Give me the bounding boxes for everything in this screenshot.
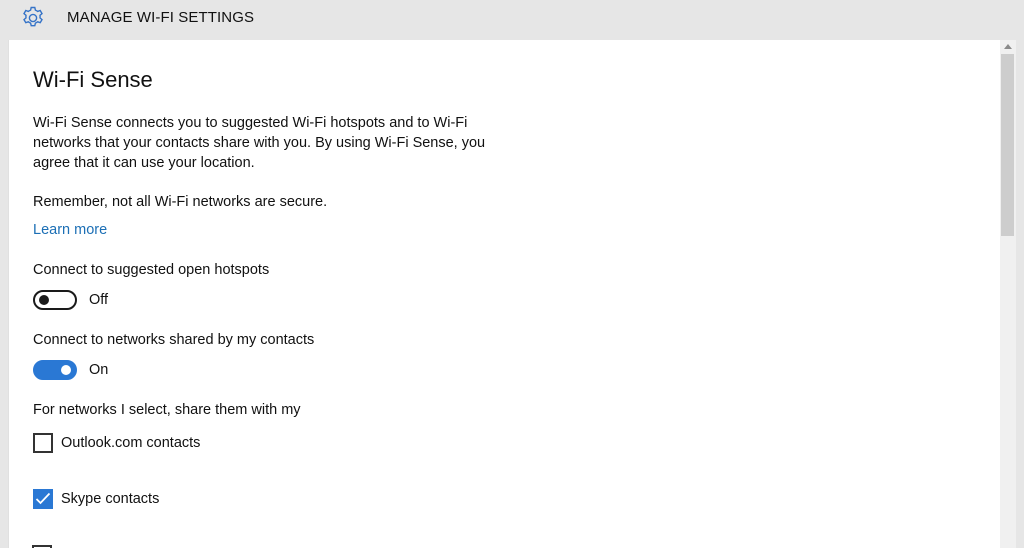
scroll-up-arrow-icon[interactable] xyxy=(1004,44,1012,49)
shared-networks-toggle[interactable] xyxy=(33,360,77,380)
outlook-contacts-checkbox[interactable] xyxy=(33,433,53,453)
settings-header: MANAGE WI-FI SETTINGS xyxy=(8,0,1016,40)
skype-contacts-checkbox[interactable] xyxy=(33,489,53,509)
toggle-knob xyxy=(39,295,49,305)
shared-networks-toggle-row: On xyxy=(33,360,108,380)
shared-networks-state: On xyxy=(89,362,109,378)
checkmark-icon xyxy=(35,492,51,505)
open-hotspots-toggle-row: Off xyxy=(33,290,108,310)
skype-contacts-label: Skype contacts xyxy=(61,491,160,507)
settings-window: MANAGE WI-FI SETTINGS Wi-Fi Sense Wi-Fi … xyxy=(0,0,1024,548)
security-reminder: Remember, not all Wi-Fi networks are sec… xyxy=(33,194,328,210)
share-with-label: For networks I select, share them with m… xyxy=(33,402,301,418)
open-hotspots-toggle[interactable] xyxy=(33,290,77,310)
outlook-contacts-label: Outlook.com contacts xyxy=(61,435,201,451)
scroll-thumb[interactable] xyxy=(1001,54,1014,236)
skype-contacts-option[interactable]: Skype contacts xyxy=(33,489,159,509)
gear-icon xyxy=(20,5,46,31)
page-title: Wi-Fi Sense xyxy=(33,67,153,92)
open-hotspots-state: Off xyxy=(89,292,109,308)
open-hotspots-label: Connect to suggested open hotspots xyxy=(33,262,270,278)
outlook-contacts-option[interactable]: Outlook.com contacts xyxy=(33,433,200,453)
page-header-title: MANAGE WI-FI SETTINGS xyxy=(67,9,255,26)
vertical-scrollbar[interactable] xyxy=(1000,40,1016,548)
shared-networks-label: Connect to networks shared by my contact… xyxy=(33,332,315,348)
settings-content: Wi-Fi Sense Wi-Fi Sense connects you to … xyxy=(8,40,1016,548)
toggle-knob xyxy=(61,365,71,375)
learn-more-link[interactable]: Learn more xyxy=(33,220,107,240)
wifi-sense-description: Wi-Fi Sense connects you to suggested Wi… xyxy=(33,115,486,171)
window-right-edge xyxy=(1016,0,1024,548)
